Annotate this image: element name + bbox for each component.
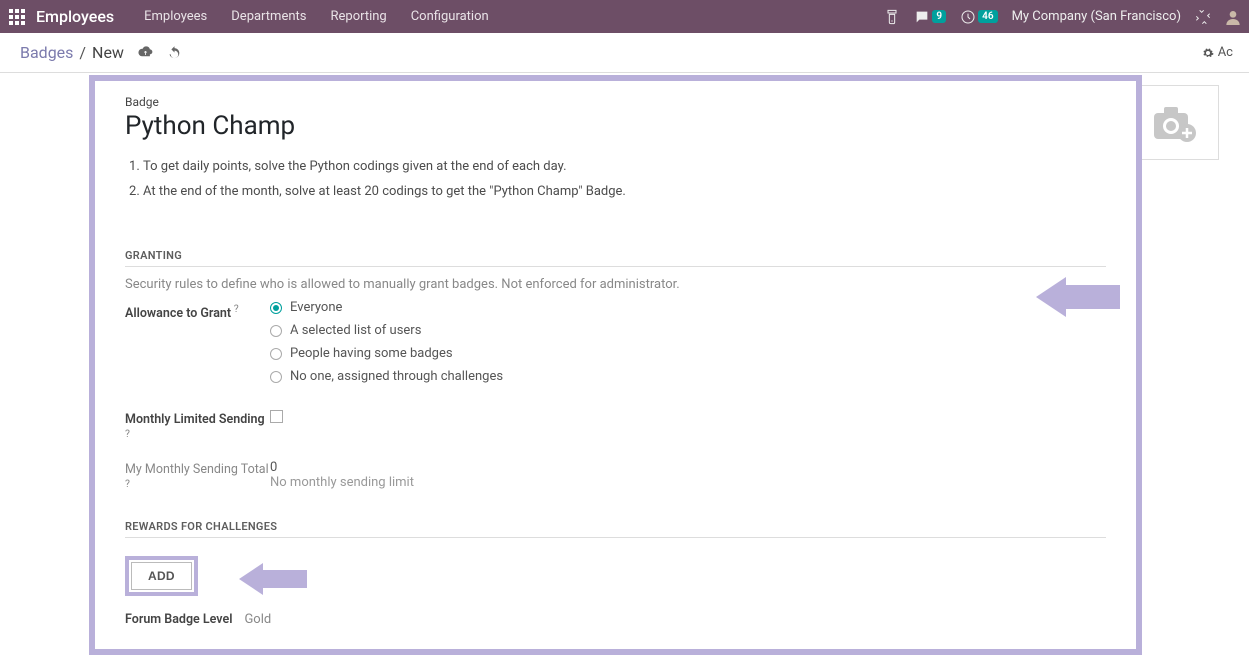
add-button-highlight: ADD (125, 556, 198, 596)
radio-icon (270, 325, 282, 337)
nav-reporting[interactable]: Reporting (330, 9, 386, 24)
add-button[interactable]: ADD (131, 562, 192, 590)
radio-icon (270, 348, 282, 360)
breadcrumb-root[interactable]: Badges (20, 43, 73, 62)
desc-line-2: At the end of the month, solve at least … (143, 184, 1106, 199)
activities-icon[interactable]: 46 (960, 9, 997, 25)
badge-description[interactable]: To get daily points, solve the Python co… (125, 159, 1106, 199)
radio-people-badges[interactable]: People having some badges (270, 346, 1106, 361)
activities-badge: 46 (978, 10, 997, 23)
nav-employees[interactable]: Employees (144, 9, 207, 24)
granting-section-title: GRANTING (125, 249, 1106, 267)
forum-badge-value[interactable]: Gold (244, 612, 271, 627)
monthly-total-label: My Monthly Sending Total ? (125, 460, 270, 496)
cloud-save-icon[interactable] (138, 45, 153, 60)
breadcrumb-sep: / (79, 43, 86, 62)
nav-right: 9 46 My Company (San Francisco) (884, 9, 1241, 25)
forum-badge-label: Forum Badge Level (125, 612, 232, 627)
nav-configuration[interactable]: Configuration (411, 9, 489, 24)
badge-small-label: Badge (125, 95, 1106, 109)
monthly-limited-checkbox[interactable] (270, 410, 283, 423)
messages-icon[interactable]: 9 (914, 9, 946, 25)
messages-badge: 9 (932, 10, 946, 23)
allowance-label: Allowance to Grant ? (125, 300, 270, 321)
discard-icon[interactable] (167, 45, 182, 60)
granting-help: Security rules to define who is allowed … (125, 277, 1106, 292)
phone-icon[interactable] (884, 9, 900, 25)
badge-image-upload[interactable] (1129, 85, 1219, 160)
monthly-limited-label: Monthly Limited Sending ? (125, 410, 270, 446)
breadcrumb-bar: Badges / New Ac (0, 33, 1249, 73)
annotation-arrow-image (1036, 277, 1120, 321)
nav-links: Employees Departments Reporting Configur… (144, 9, 489, 24)
avatar[interactable] (1225, 9, 1241, 25)
app-title[interactable]: Employees (36, 7, 114, 26)
nav-departments[interactable]: Departments (231, 9, 306, 24)
rewards-section-title: REWARDS FOR CHALLENGES (125, 520, 1106, 538)
top-nav: Employees Employees Departments Reportin… (0, 0, 1249, 33)
radio-icon (270, 371, 282, 383)
debug-icon[interactable] (1195, 9, 1211, 25)
annotation-arrow-add (239, 563, 307, 599)
action-menu[interactable]: Ac (1202, 45, 1233, 60)
desc-line-1: To get daily points, solve the Python co… (143, 159, 1106, 174)
action-label: Ac (1218, 45, 1233, 60)
monthly-total-value: 0 (270, 460, 1106, 475)
radio-everyone[interactable]: Everyone (270, 300, 1106, 315)
badge-form: Badge Python Champ To get daily points, … (89, 75, 1142, 655)
monthly-total-hint: No monthly sending limit (270, 475, 1106, 490)
radio-selected-users[interactable]: A selected list of users (270, 323, 1106, 338)
radio-no-one[interactable]: No one, assigned through challenges (270, 369, 1106, 384)
radio-icon (270, 302, 282, 314)
company-selector[interactable]: My Company (San Francisco) (1012, 9, 1181, 24)
badge-name-input[interactable]: Python Champ (125, 111, 1106, 141)
gear-icon (1202, 47, 1214, 59)
apps-icon[interactable] (8, 8, 26, 26)
breadcrumb-current: New (92, 43, 124, 62)
